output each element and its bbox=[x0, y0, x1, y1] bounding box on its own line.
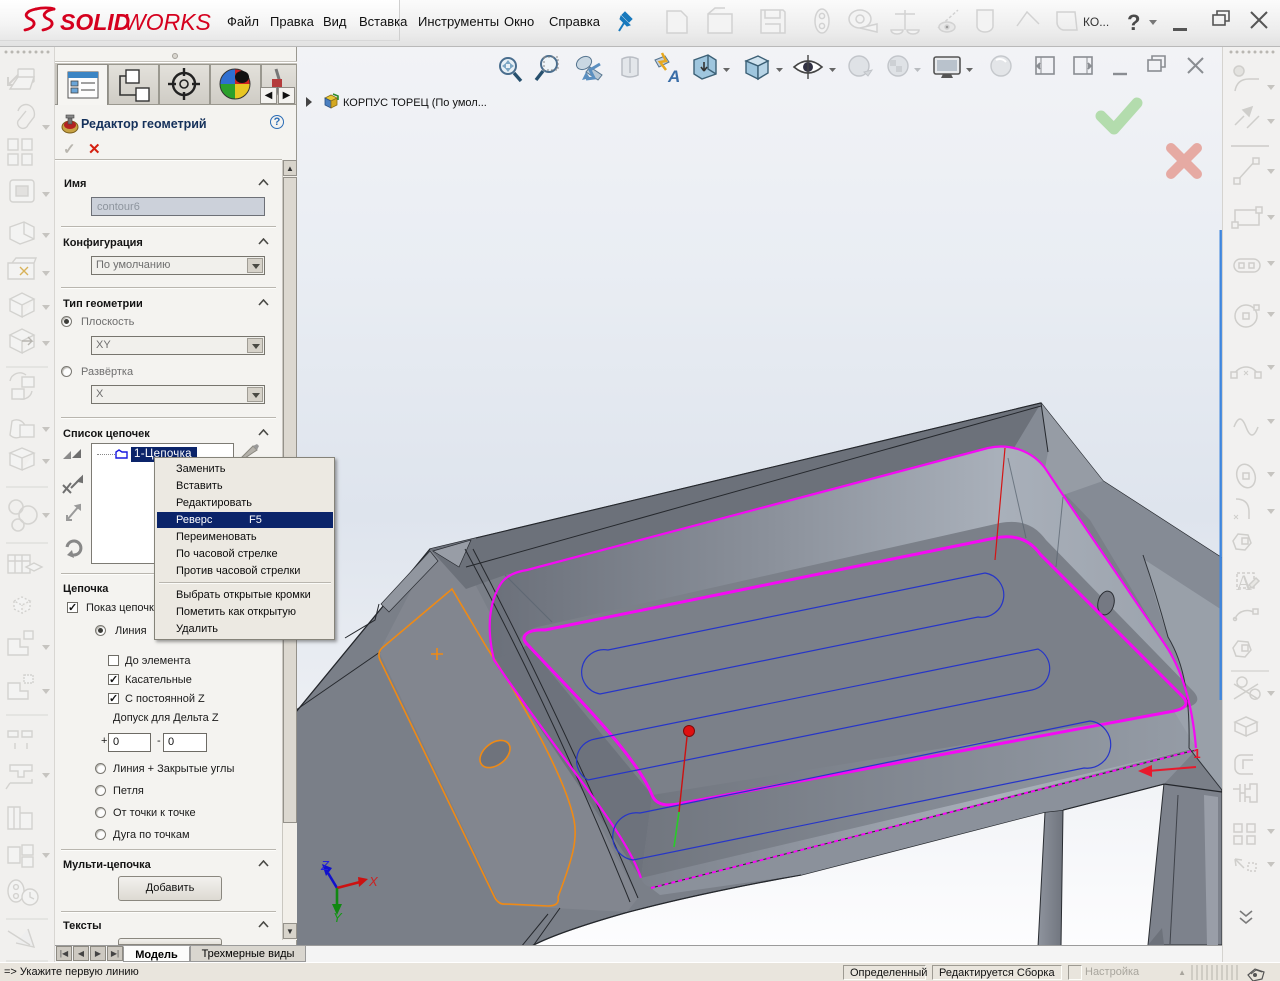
svg-text:SOLID: SOLID bbox=[60, 9, 130, 35]
svg-text:1: 1 bbox=[1193, 746, 1200, 761]
svg-text:Z: Z bbox=[320, 858, 330, 873]
svg-text:WORKS: WORKS bbox=[124, 9, 212, 35]
svg-text:X: X bbox=[368, 874, 379, 889]
svg-text:?: ? bbox=[1127, 10, 1140, 35]
svg-text:A: A bbox=[667, 67, 680, 86]
svg-text:A: A bbox=[1236, 570, 1252, 595]
svg-text:Y: Y bbox=[333, 910, 343, 925]
svg-text:КОРПУС ТОРЕЦ (По умол...: КОРПУС ТОРЕЦ (По умол... bbox=[343, 97, 487, 109]
svg-text:КО...: КО... bbox=[1083, 15, 1109, 29]
